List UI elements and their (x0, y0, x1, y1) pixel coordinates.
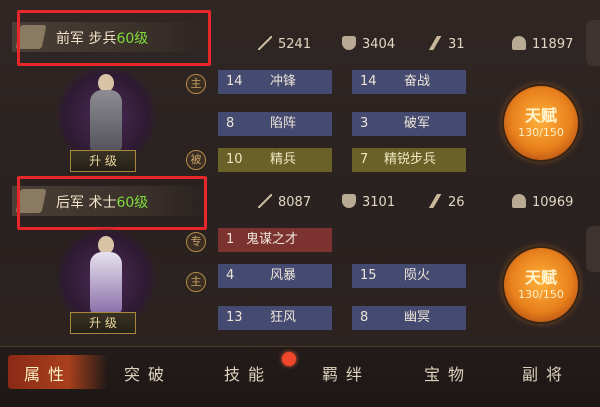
talent-value: 130/150 (518, 288, 564, 301)
skill-slot[interactable]: 8 幽冥 (352, 306, 466, 330)
stat-attack: 5241 (258, 36, 311, 52)
stat-attack: 8087 (258, 194, 311, 210)
stat-speed: 31 (428, 36, 465, 52)
stat-defense: 3404 (342, 36, 395, 52)
stat-troops: 11897 (512, 36, 573, 52)
skill-slot[interactable]: 13 狂风 (218, 306, 332, 330)
tab-breakthrough[interactable]: 突破 (124, 361, 172, 385)
tab-attributes[interactable]: 属性 (24, 361, 72, 385)
tab-vice-general[interactable]: 副将 (522, 361, 570, 385)
highlight-box (17, 10, 211, 66)
upgrade-button[interactable]: 升 级 (70, 312, 136, 334)
upgrade-button[interactable]: 升 级 (70, 150, 136, 172)
sword-icon (258, 36, 272, 50)
skill-slot[interactable]: 10 精兵 (218, 148, 332, 172)
bolt-icon (428, 194, 442, 208)
skill-slot[interactable]: 8 陷阵 (218, 112, 332, 136)
stat-speed: 26 (428, 194, 465, 210)
skill-slot[interactable]: 7 精锐步兵 (352, 148, 466, 172)
talent-value: 130/150 (518, 126, 564, 139)
skill-slot[interactable]: 3 破军 (352, 112, 466, 136)
skill-slot[interactable]: 14 奋战 (352, 70, 466, 94)
skill-slot[interactable]: 14 冲锋 (218, 70, 332, 94)
tag-main: 主 (186, 272, 206, 292)
figure-robe (90, 252, 122, 314)
unit-front-infantry: 前军 步兵60级 5241 3404 31 11897 升 级 主 被 14 冲锋… (0, 0, 600, 176)
figure-armor (90, 90, 122, 152)
shield-icon (342, 36, 356, 50)
skill-slot[interactable]: 15 陨火 (352, 264, 466, 288)
bolt-icon (428, 36, 442, 50)
tab-bonds[interactable]: 羁绊 (322, 361, 370, 385)
stat-troops: 10969 (512, 194, 573, 210)
skill-slot[interactable]: 1 鬼谋之才 (218, 228, 332, 252)
tag-special: 专 (186, 232, 206, 252)
tab-treasures[interactable]: 宝物 (424, 361, 472, 385)
side-scroll-handle[interactable] (586, 20, 600, 66)
unit-rear-mage: 后军 术士60级 8087 3101 26 10969 升 级 专 主 1 鬼谋之… (0, 176, 600, 346)
talent-button[interactable]: 天赋 130/150 (504, 86, 578, 160)
notification-dot (282, 352, 296, 366)
helmet-icon (512, 36, 526, 50)
talent-button[interactable]: 天赋 130/150 (504, 248, 578, 322)
shield-icon (342, 194, 356, 208)
bottom-nav: 属性 突破 技能 羁绊 宝物 副将 (0, 346, 600, 407)
troop-panel: 前军 步兵60级 5241 3404 31 11897 升 级 主 被 14 冲锋… (0, 0, 600, 407)
tab-skills[interactable]: 技能 (224, 361, 272, 385)
skill-slot[interactable]: 4 风暴 (218, 264, 332, 288)
talent-label: 天赋 (524, 268, 557, 287)
tag-main: 主 (186, 74, 206, 94)
highlight-box (17, 176, 207, 230)
side-scroll-handle[interactable] (586, 226, 600, 272)
sword-icon (258, 194, 272, 208)
stat-defense: 3101 (342, 194, 395, 210)
helmet-icon (512, 194, 526, 208)
tag-passive: 被 (186, 150, 206, 170)
talent-label: 天赋 (524, 106, 557, 125)
